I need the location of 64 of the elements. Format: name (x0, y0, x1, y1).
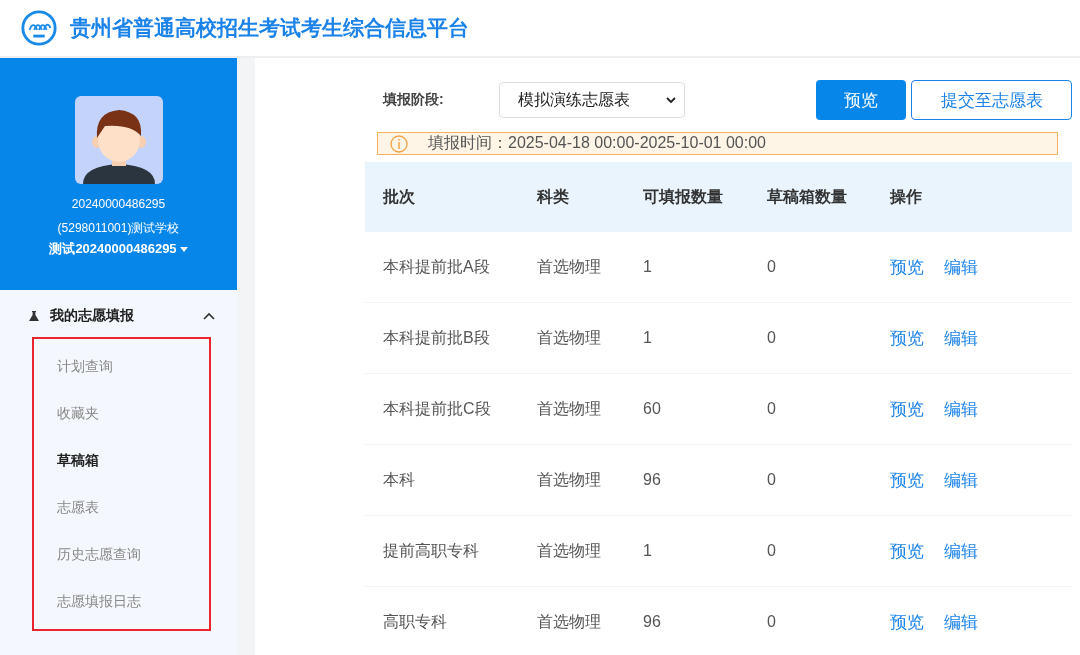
table-cell-text: 首选物理 (537, 611, 602, 632)
column-header: 批次 (383, 186, 416, 207)
menu-item[interactable]: 志愿填报日志 (34, 578, 209, 625)
table-cell-text: 0 (767, 471, 777, 489)
preview-link[interactable]: 预览 (890, 468, 924, 492)
table-cell-text: 1 (643, 258, 653, 276)
table-cell-text: 提前高职专科 (383, 540, 480, 561)
table-cell-text: 本科 (383, 469, 416, 490)
preview-link[interactable]: 预览 (890, 326, 924, 350)
table-cell-text: 首选物理 (537, 540, 602, 561)
stage-select[interactable]: 模拟演练志愿表 (499, 82, 685, 118)
column-header: 可填报数量 (643, 186, 724, 207)
table-cell-text: 本科提前批B段 (383, 327, 491, 348)
table-cell-text: 0 (767, 258, 777, 276)
stage-label: 填报阶段: (381, 91, 445, 109)
preview-link[interactable]: 预览 (890, 610, 924, 634)
submit-button[interactable]: 提交至志愿表 (911, 80, 1072, 120)
edit-link[interactable]: 编辑 (944, 255, 978, 279)
column-header: 草稿箱数量 (767, 186, 848, 207)
preview-link[interactable]: 预览 (890, 397, 924, 421)
menu-item[interactable]: 志愿表 (34, 484, 209, 531)
chevron-icon (666, 97, 676, 103)
table-cell-text: 0 (767, 400, 777, 418)
table-cell-text: 1 (643, 542, 653, 560)
school-name: (5298011001)测试学校 (57, 220, 180, 237)
table-cell-text: 96 (643, 613, 662, 631)
chevron-icon (203, 312, 215, 320)
menu-item[interactable]: 草稿箱 (34, 437, 209, 484)
table-cell-text: 本科提前批A段 (383, 256, 491, 277)
info-icon (390, 134, 408, 153)
notice-text: 填报时间：2025-04-18 00:00-2025-10-01 00:00 (428, 133, 766, 153)
table-cell-text: 0 (767, 613, 777, 631)
table-cell-text: 首选物理 (537, 256, 602, 277)
table-cell-text: 96 (643, 471, 662, 489)
table-cell-text: 本科提前批C段 (383, 398, 492, 419)
table-cell-text: 1 (643, 329, 653, 347)
edit-link[interactable]: 编辑 (944, 326, 978, 350)
menu-item[interactable]: 计划查询 (34, 343, 209, 390)
edit-link[interactable]: 编辑 (944, 468, 978, 492)
menu-item[interactable]: 收藏夹 (34, 390, 209, 437)
avatar-icon (74, 96, 163, 184)
preview-link[interactable]: 预览 (890, 539, 924, 563)
table-cell-text: 60 (643, 400, 662, 418)
flask-icon (28, 310, 40, 322)
table-cell-text: 0 (767, 542, 777, 560)
column-header: 操作 (890, 186, 923, 207)
caret-icon (179, 246, 188, 252)
edit-link[interactable]: 编辑 (944, 539, 978, 563)
edit-link[interactable]: 编辑 (944, 397, 978, 421)
table-cell-text: 0 (767, 329, 777, 347)
menu-item[interactable]: 历史志愿查询 (34, 531, 209, 578)
preview-button[interactable]: 预览 (816, 80, 906, 120)
table-cell-text: 首选物理 (537, 327, 602, 348)
menu-group[interactable]: 我的志愿填报 (0, 302, 237, 330)
preview-link[interactable]: 预览 (890, 255, 924, 279)
table-cell-text: 首选物理 (537, 469, 602, 490)
logo-icon (20, 9, 58, 47)
student-id: 20240000486295 (71, 196, 166, 213)
site-title: 贵州省普通高校招生考试考生综合信息平台 (70, 15, 469, 41)
edit-link[interactable]: 编辑 (944, 610, 978, 634)
table-cell-text: 高职专科 (383, 611, 448, 632)
column-header: 科类 (537, 186, 570, 207)
table-cell-text: 首选物理 (537, 398, 602, 419)
user-menu[interactable]: 测试20240000486295 (49, 240, 188, 258)
